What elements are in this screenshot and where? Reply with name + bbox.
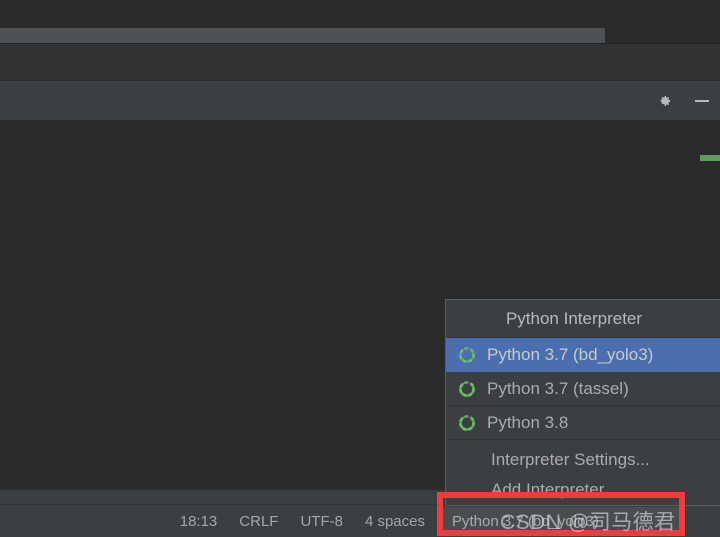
interpreter-item-bd-yolo3[interactable]: Python 3.7 (bd_yolo3) [446,338,720,372]
tool-window-actions [654,81,712,120]
add-interpreter-label: Add Interpreter... [491,480,618,499]
minimize-glyph [695,99,709,102]
python-interpreter-popup: Python Interpreter Python 3.7 (bd_yolo3)… [445,299,720,506]
interpreter-item-python38[interactable]: Python 3.8 [446,406,720,440]
gear-icon[interactable] [654,91,674,111]
line-separator[interactable]: CRLF [239,513,278,530]
python-spinner-icon [457,413,477,433]
caret-position[interactable]: 18:13 [180,513,218,530]
interpreter-item-tassel[interactable]: Python 3.7 (tassel) [446,372,720,406]
popup-title: Python Interpreter [446,300,720,338]
python-interpreter-widget[interactable]: Python 3.7 (bd_yolo3) [440,507,685,535]
status-bar-items: 18:13 CRLF UTF-8 4 spaces [180,505,425,537]
interpreter-settings-label: Interpreter Settings... [491,450,650,469]
python-spinner-icon [457,379,477,399]
tool-window-header [0,81,720,120]
upper-tool-panel [0,44,720,80]
editor-tab-bar [0,28,720,43]
window-top-strip [0,0,720,28]
file-encoding[interactable]: UTF-8 [300,513,343,530]
indent-size[interactable]: 4 spaces [365,513,425,530]
minimize-icon[interactable] [692,91,712,111]
interpreter-item-label: Python 3.7 (tassel) [487,379,629,398]
python-spinner-icon [457,345,477,365]
interpreter-settings-action[interactable]: Interpreter Settings... [446,445,720,475]
green-inspection-marker [700,155,720,161]
active-editor-tab[interactable] [0,28,605,43]
interpreter-item-label: Python 3.7 (bd_yolo3) [487,345,654,364]
interpreter-item-label: Python 3.8 [487,413,569,432]
python-interpreter-widget-label: Python 3.7 (bd_yolo3) [452,512,599,530]
add-interpreter-action[interactable]: Add Interpreter... [446,475,720,505]
